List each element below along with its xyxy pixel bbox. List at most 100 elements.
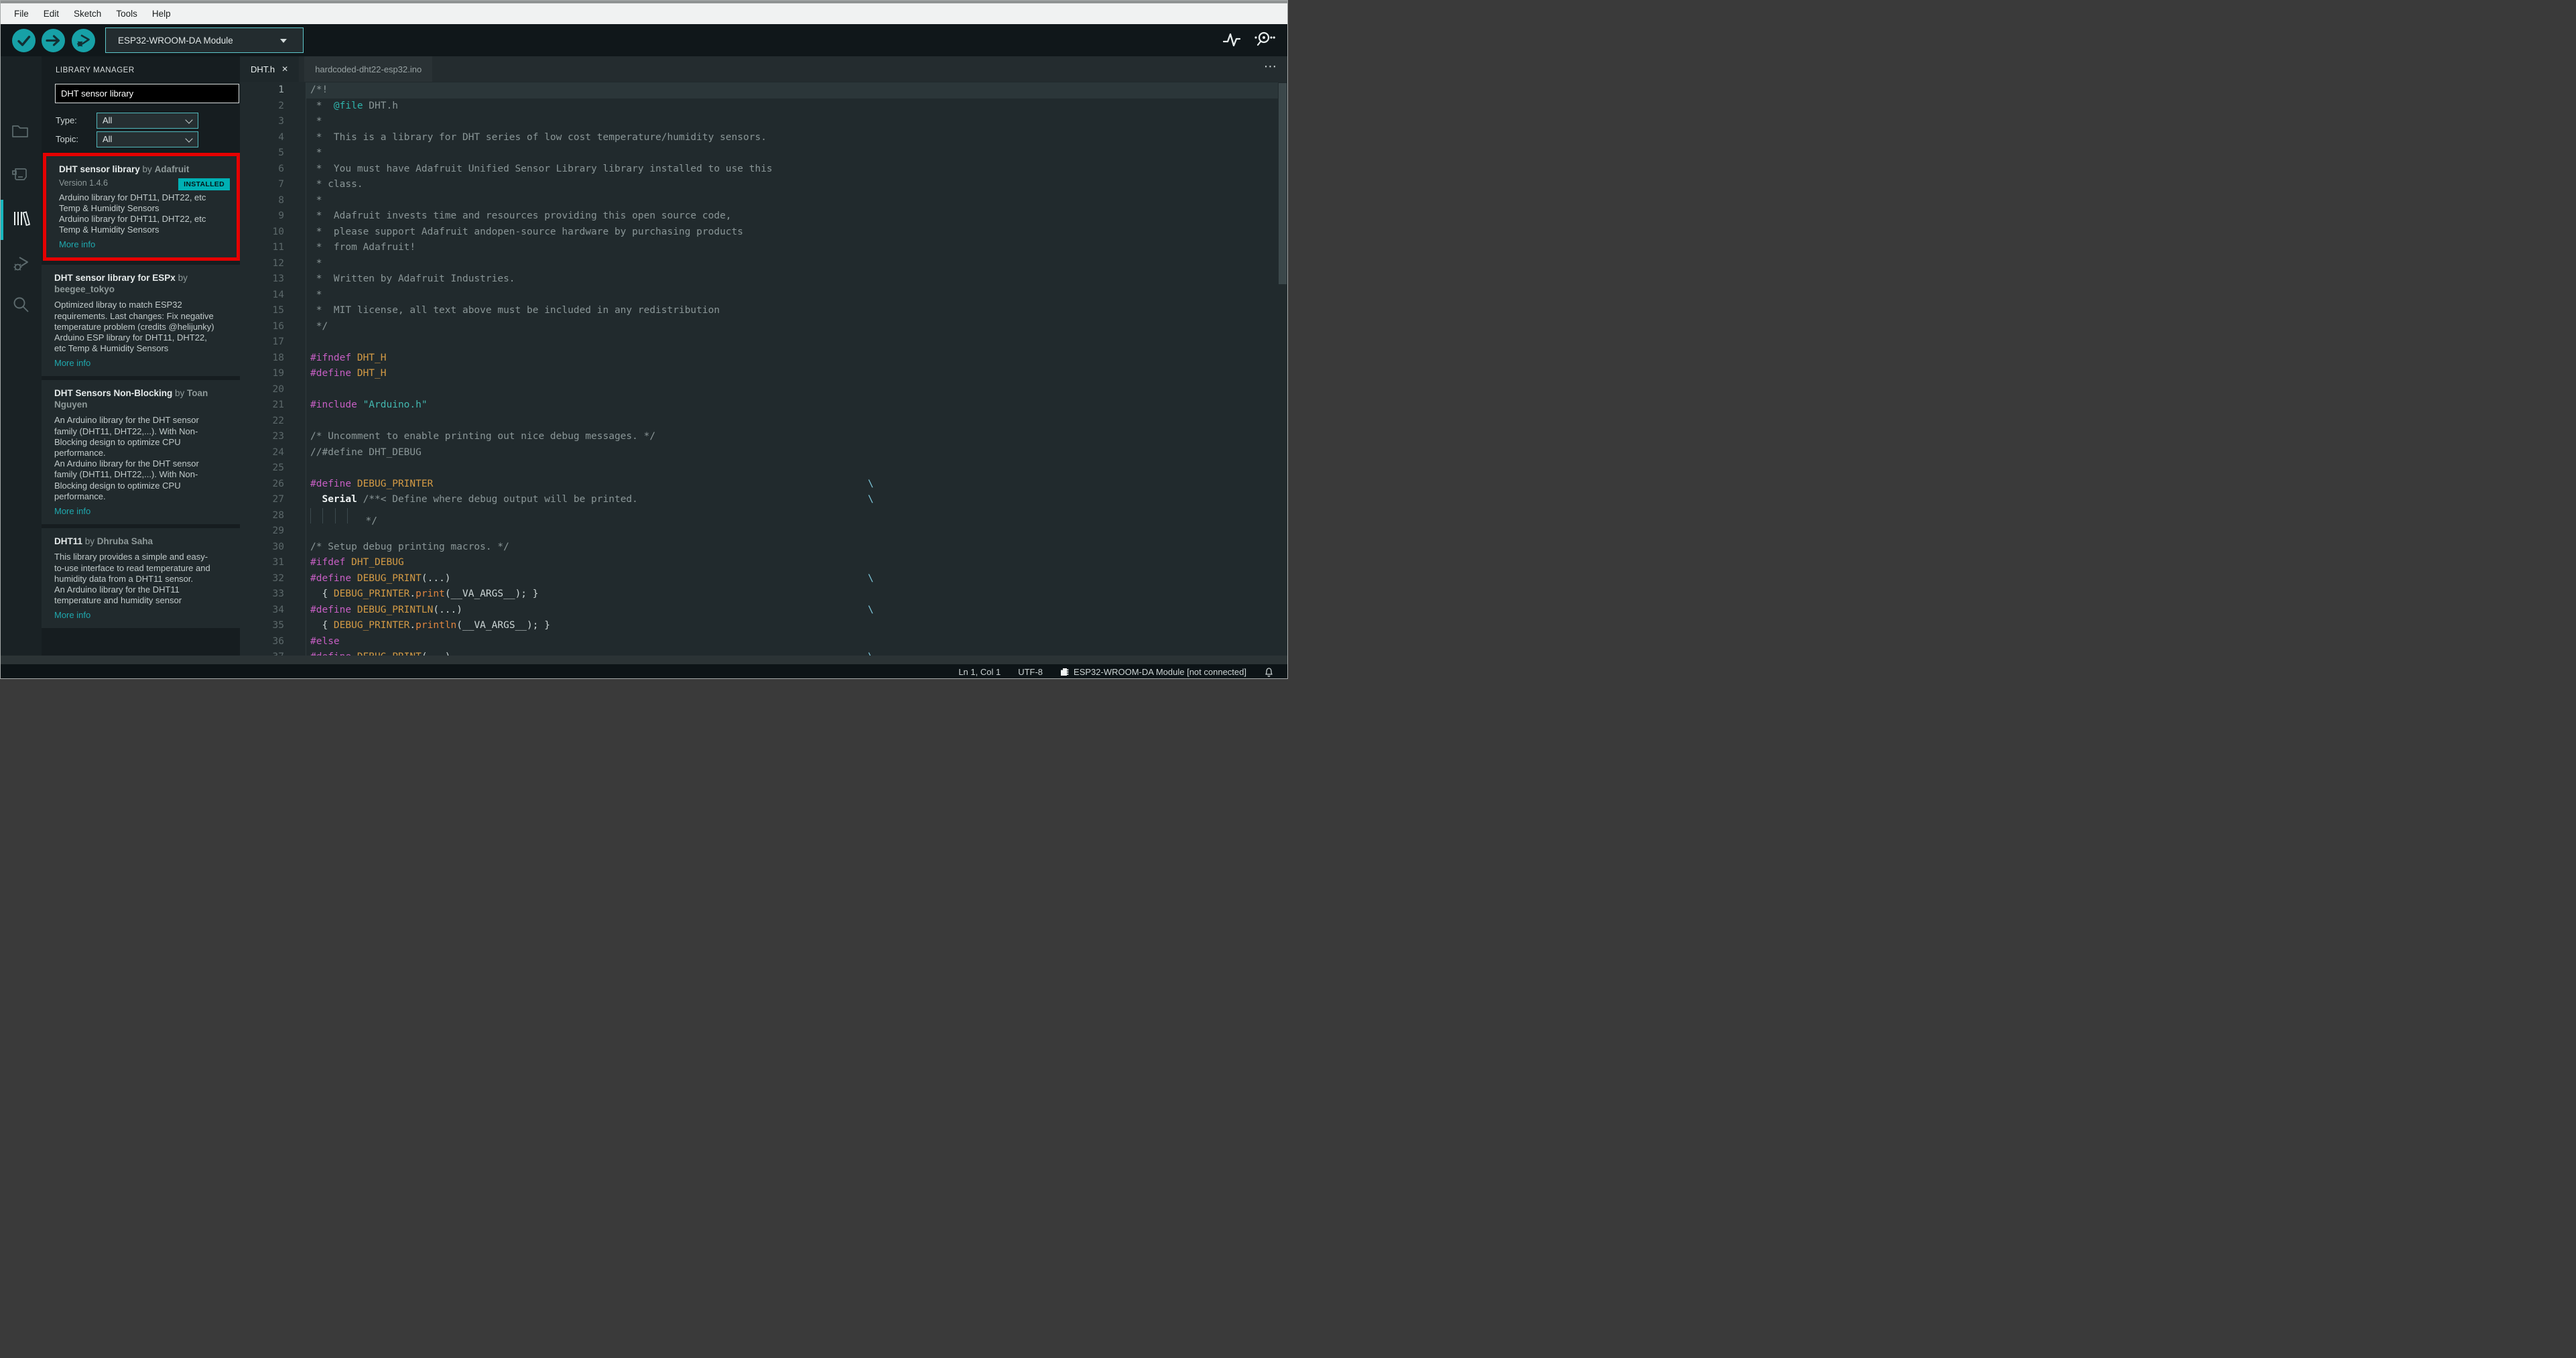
line-number: 7 <box>278 179 284 190</box>
line-number: 34 <box>272 604 284 615</box>
entry-description: Optimized libray to match ESP32 requirem… <box>54 300 214 354</box>
line-number: 10 <box>272 226 284 237</box>
library-entry-1[interactable]: DHT sensor library by Adafruit Version 1.… <box>46 156 237 258</box>
line-content: * <box>310 289 322 300</box>
code-line-21: 21 #include "Arduino.h" <box>240 397 1278 414</box>
installed-badge: INSTALLED <box>178 178 230 190</box>
bug-play-icon <box>72 29 95 52</box>
line-content: /* Setup debug printing macros. */ <box>310 541 509 552</box>
line-number: 5 <box>278 147 284 158</box>
board-selector[interactable]: ESP32-WROOM-DA Module <box>105 27 304 53</box>
line-number: 23 <box>272 431 284 442</box>
code-line-24: 24 //#define DHT_DEBUG <box>240 444 1278 460</box>
line-content: * class. <box>310 179 363 190</box>
close-icon[interactable]: ✕ <box>281 64 288 74</box>
code-line-28: 28 */ <box>240 507 1278 526</box>
serial-plotter-button[interactable] <box>1223 30 1240 49</box>
menu-item-file[interactable]: File <box>7 9 36 19</box>
verify-button[interactable] <box>12 29 36 52</box>
menu-item-edit[interactable]: Edit <box>36 9 66 19</box>
line-number: 15 <box>272 305 284 316</box>
menu-item-tools[interactable]: Tools <box>109 9 145 19</box>
menu-item-sketch[interactable]: Sketch <box>66 9 109 19</box>
line-content <box>306 382 1278 398</box>
selection-highlight-box: DHT sensor library by Adafruit Version 1.… <box>43 153 240 261</box>
line-number: 26 <box>272 478 284 489</box>
line-content: * This is a library for DHT series of lo… <box>310 131 767 143</box>
code-editor[interactable]: 1/*! 2 * @file DHT.h 3 * 4 * This is a libr… <box>240 82 1278 656</box>
entry-by: by <box>82 536 97 546</box>
bug-icon <box>13 257 28 271</box>
debug-button[interactable] <box>72 29 95 52</box>
code-line-26: 26 #define DEBUG_PRINTER \ <box>240 476 1278 492</box>
line-number: 11 <box>272 242 284 253</box>
more-info-link[interactable]: More info <box>54 610 215 620</box>
line-content: * @file DHT.h <box>310 100 398 111</box>
line-content: * <box>310 194 322 206</box>
entry-title: DHT sensor library by Adafruit <box>59 164 220 176</box>
line-number: 37 <box>240 650 284 656</box>
line-number: 17 <box>272 336 284 347</box>
sidebar-item-sketchbook[interactable] <box>10 121 31 142</box>
line-number: 18 <box>272 352 284 363</box>
cursor-position: Ln 1, Col 1 <box>958 667 1001 677</box>
entry-name: DHT sensor library for ESPx <box>54 273 176 284</box>
line-number: 25 <box>272 462 284 473</box>
line-number: 6 <box>278 163 284 174</box>
code-line-34: 34 #define DEBUG_PRINTLN(...) \ <box>240 602 1278 618</box>
editor-tab-hardcoded-dht22-esp32.ino[interactable]: hardcoded-dht22-esp32.ino <box>304 56 433 82</box>
code-line-23: 23 /* Uncomment to enable printing out ni… <box>240 429 1278 445</box>
code-line-5: 5 * <box>240 145 1278 162</box>
editor-tab-DHT.h[interactable]: DHT.h ✕ <box>240 56 300 82</box>
line-number: 2 <box>278 100 284 111</box>
sidebar-item-debug[interactable] <box>10 253 31 274</box>
sidebar-item-search[interactable] <box>10 294 31 316</box>
line-number: 33 <box>272 589 284 599</box>
line-number: 36 <box>272 635 284 647</box>
entry-author: Adafruit <box>154 164 190 174</box>
sidebar-item-library-manager[interactable] <box>10 208 31 230</box>
entry-by: by <box>139 164 155 174</box>
editor-tab-bar: DHT.h ✕ hardcoded-dht22-esp32.ino <box>240 56 1287 82</box>
more-info-link[interactable]: More info <box>59 239 220 249</box>
more-info-link[interactable]: More info <box>54 506 215 516</box>
library-entry-2[interactable]: DHT sensor library for ESPx by beegee_to… <box>42 265 240 377</box>
line-content: * MIT license, all text above must be in… <box>310 305 720 316</box>
entry-name: DHT11 <box>54 536 83 546</box>
line-number: 12 <box>272 257 284 269</box>
folder-icon <box>12 125 28 137</box>
line-content: * Adafruit invests time and resources pr… <box>310 210 732 221</box>
line-number: 30 <box>272 541 284 552</box>
library-entry-3[interactable]: DHT Sensors Non-Blocking by Toan Nguyen A… <box>42 380 240 524</box>
entry-by: by <box>172 388 188 399</box>
line-content: #define DHT_H <box>310 368 387 379</box>
code-line-33: 33 { DEBUG_PRINTER.print(__VA_ARGS__); } <box>240 587 1278 603</box>
line-content: #define DEBUG_PRINT(...)\ <box>306 650 1278 656</box>
line-number: 29 <box>272 526 284 536</box>
menu-item-help[interactable]: Help <box>145 9 178 19</box>
code-line-19: 19 #define DHT_H <box>240 366 1278 382</box>
more-info-link[interactable]: More info <box>54 358 215 368</box>
line-number: 1 <box>278 84 284 95</box>
editor-scrollbar[interactable] <box>1279 83 1287 284</box>
notifications-button[interactable] <box>1264 666 1274 678</box>
panel-title: LIBRARY MANAGER <box>56 66 135 74</box>
serial-monitor-button[interactable] <box>1252 30 1275 49</box>
code-line-36: 36 #else <box>240 633 1278 650</box>
filter-select-1[interactable]: All <box>96 131 198 147</box>
entry-title: DHT sensor library for ESPx by beegee_to… <box>54 273 215 295</box>
code-line-2: 2 * @file DHT.h <box>240 98 1278 114</box>
line-content: #define DEBUG_PRINTER \ <box>310 478 874 489</box>
library-search-input[interactable] <box>55 84 239 103</box>
overflow-menu-icon[interactable]: ⋯ <box>1264 59 1277 74</box>
filter-select-0[interactable]: All <box>96 113 198 129</box>
code-line-9: 9 * Adafruit invests time and resources … <box>240 208 1278 225</box>
tab-label: DHT.h <box>251 64 275 74</box>
line-content: /*! <box>306 82 1278 99</box>
entry-author: beegee_tokyo <box>54 284 115 294</box>
library-entry-4[interactable]: DHT11 by Dhruba Saha This library provide… <box>42 528 240 629</box>
line-number: 3 <box>278 116 284 127</box>
upload-button[interactable] <box>42 29 65 52</box>
line-content: * You must have Adafruit Unified Sensor … <box>310 163 773 174</box>
sidebar-item-boards-manager[interactable] <box>10 164 31 186</box>
